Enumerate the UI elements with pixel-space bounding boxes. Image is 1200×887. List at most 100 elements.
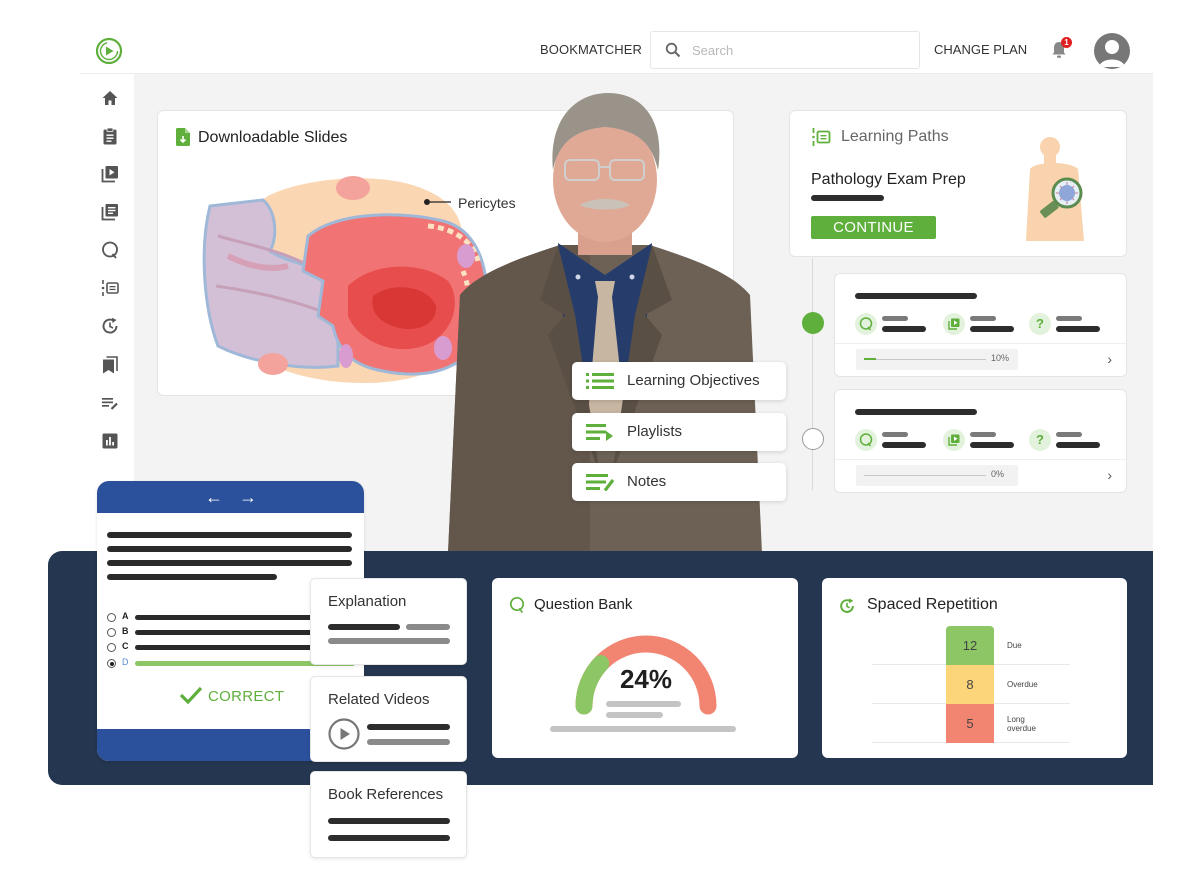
module-questions-stat [855, 428, 935, 452]
question-bank-icon [855, 313, 877, 335]
module-videos-stat [943, 428, 1023, 452]
top-bar: BOOKMATCHER Search CHANGE PLAN 1 [80, 28, 1153, 74]
book-references-title: Book References [328, 786, 444, 803]
module-divider [835, 343, 1126, 344]
question-text-placeholder [107, 546, 352, 552]
notes-icon [586, 474, 615, 491]
score-percentage: 24% [619, 664, 673, 694]
path-module-card[interactable]: ? 0% › [834, 389, 1127, 493]
chevron-right-icon[interactable]: › [1107, 467, 1112, 483]
radio-button[interactable] [107, 613, 116, 622]
long-overdue-label: Long overdue [1007, 715, 1036, 733]
playlists-label: Playlists [627, 423, 683, 440]
question-text-placeholder [107, 532, 352, 538]
related-videos-card[interactable]: Related Videos [310, 676, 467, 762]
module-progress: 0% [856, 465, 1018, 486]
list-icon [586, 373, 614, 389]
progress-fill [864, 358, 877, 360]
question-text-placeholder [107, 560, 352, 566]
sidebar-item-videos[interactable] [100, 164, 120, 184]
progress-track [864, 359, 986, 360]
text-placeholder [328, 638, 450, 644]
quiz-header: ← → [97, 481, 364, 513]
continue-button[interactable]: CONTINUE [811, 216, 936, 239]
overdue-label: Overdue [1007, 680, 1038, 689]
long-overdue-count: 5 [946, 704, 994, 743]
overdue-count: 8 [946, 665, 994, 704]
spaced-repetition-title: Spaced Repetition [867, 596, 998, 613]
spaced-repetition-icon [840, 598, 854, 613]
radio-button[interactable] [107, 643, 116, 652]
explanation-title: Explanation [328, 593, 407, 610]
search-icon [665, 42, 681, 58]
path-module-card[interactable]: ? 10% › [834, 273, 1127, 377]
sidebar-item-home[interactable] [100, 88, 120, 108]
sidebar-item-bookmarks[interactable] [100, 355, 120, 375]
option-letter: B [122, 626, 129, 636]
video-icon [943, 429, 965, 451]
anatomy-magnifier-illustration [1026, 137, 1084, 241]
search-placeholder: Search [692, 43, 734, 58]
correct-label: CORRECT [208, 688, 285, 705]
module-title-placeholder [855, 293, 977, 299]
module-title-placeholder [855, 409, 977, 415]
sidebar-item-learning-paths[interactable] [100, 278, 120, 298]
user-avatar[interactable] [1094, 33, 1130, 69]
radio-button[interactable] [107, 628, 116, 637]
arrow-left-icon[interactable]: ← [205, 487, 223, 508]
option-letter: D [122, 657, 129, 667]
due-count: 12 [946, 626, 994, 665]
change-plan-link[interactable]: CHANGE PLAN [934, 42, 1027, 57]
sidebar-item-library[interactable] [100, 202, 120, 222]
radio-button-selected[interactable] [107, 659, 116, 668]
text-placeholder [328, 624, 400, 630]
sidebar-item-notes[interactable] [100, 393, 120, 413]
user-silhouette-icon [1099, 40, 1125, 67]
sidebar-item-spaced-repetition[interactable] [100, 316, 120, 336]
learning-paths-icon [812, 128, 831, 146]
play-icon[interactable] [328, 718, 360, 750]
learning-objectives-label: Learning Objectives [627, 372, 760, 389]
option-letter: A [122, 611, 129, 621]
sidebar-item-clipboard[interactable] [100, 126, 120, 146]
option-letter: C [122, 641, 129, 651]
sidebar-item-question-bank[interactable] [100, 240, 120, 260]
due-row: 12 Due [872, 626, 1070, 665]
question-mark-icon: ? [1029, 313, 1051, 335]
question-bank-icon [509, 596, 525, 614]
long-overdue-row: 5 Long overdue [872, 704, 1070, 743]
spaced-repetition-card[interactable]: Spaced Repetition 12 Due 8 Overdue 5 Lon… [822, 578, 1127, 758]
progress-label: 10% [991, 353, 1010, 363]
question-bank-card[interactable]: Question Bank 24% [492, 578, 798, 758]
learning-objectives-button[interactable]: Learning Objectives [572, 362, 786, 400]
bookmatcher-link[interactable]: BOOKMATCHER [540, 42, 642, 57]
chevron-right-icon[interactable]: › [1107, 351, 1112, 367]
text-placeholder [406, 624, 450, 630]
checkmark-icon [179, 686, 203, 704]
learning-paths-title: Learning Paths [841, 128, 949, 145]
search-input[interactable]: Search [650, 31, 920, 69]
slides-title: Downloadable Slides [198, 129, 348, 146]
module-questions-stat [855, 312, 935, 336]
book-references-card[interactable]: Book References [310, 771, 467, 858]
playlists-button[interactable]: Playlists [572, 413, 786, 451]
module-progress: 10% [856, 349, 1018, 370]
path-name: Pathology Exam Prep [811, 171, 966, 188]
logo-icon[interactable] [95, 37, 123, 65]
path-progress-placeholder [811, 195, 884, 201]
question-bank-title: Question Bank [534, 596, 633, 613]
correct-result: CORRECT [179, 686, 284, 705]
explanation-card[interactable]: Explanation [310, 578, 467, 665]
progress-track [864, 475, 986, 476]
timeline-line [812, 258, 813, 490]
overdue-row: 8 Overdue [872, 665, 1070, 704]
arrow-right-icon[interactable]: → [239, 487, 257, 508]
sidebar-item-analytics[interactable] [100, 431, 120, 451]
module-quiz-stat: ? [1029, 312, 1109, 336]
video-icon [943, 313, 965, 335]
text-placeholder [550, 726, 736, 732]
text-placeholder [328, 818, 450, 824]
module-videos-stat [943, 312, 1023, 336]
question-text-placeholder [107, 574, 277, 580]
notes-button[interactable]: Notes [572, 463, 786, 501]
